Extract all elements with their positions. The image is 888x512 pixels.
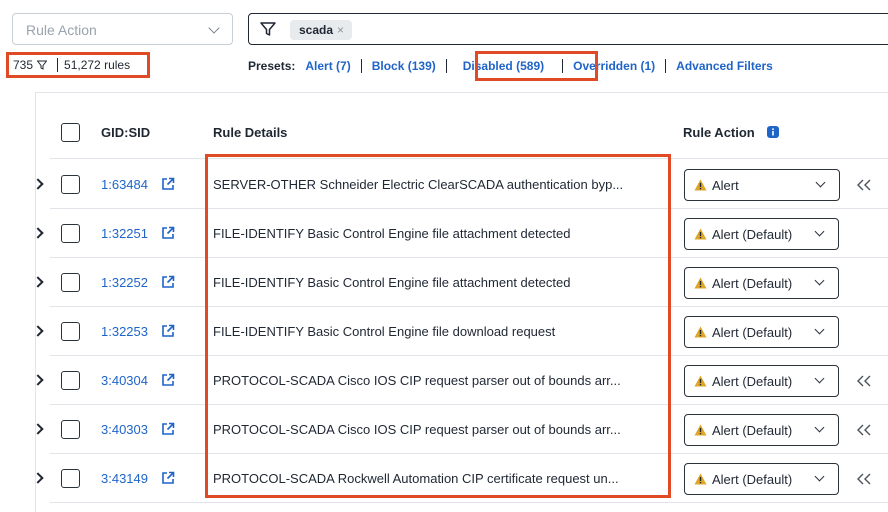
rule-action-dropdown[interactable]: Alert (Default) — [684, 364, 839, 397]
search-chip-label: scada — [299, 23, 334, 37]
row-checkbox[interactable] — [61, 223, 80, 243]
warning-icon — [694, 424, 707, 435]
external-link-icon[interactable] — [161, 422, 175, 436]
divider — [445, 59, 447, 73]
chip-close-icon[interactable]: × — [337, 20, 344, 40]
row-checkbox[interactable] — [61, 419, 80, 439]
rule-action-dropdown[interactable]: Alert (Default) — [684, 413, 839, 446]
rule-action-value: Alert (Default) — [712, 324, 793, 340]
preset-block-link[interactable]: Block (139) — [372, 59, 436, 73]
filter-icon — [260, 22, 276, 36]
external-link-icon[interactable] — [161, 324, 175, 338]
rule-details-highlight — [205, 154, 671, 498]
divider — [360, 59, 362, 73]
warning-icon — [694, 277, 707, 288]
preset-alert-link[interactable]: Alert (7) — [305, 59, 350, 73]
search-chip[interactable]: scada × — [290, 20, 353, 40]
rule-action-dropdown[interactable]: Alert (Default) — [684, 462, 839, 495]
gid-sid-link[interactable]: 1:32252 — [101, 275, 148, 290]
row-checkbox[interactable] — [61, 174, 80, 194]
gid-sid-link[interactable]: 1:32251 — [101, 226, 148, 241]
external-link-icon[interactable] — [161, 373, 175, 387]
rule-action-dropdown[interactable]: Alert (Default) — [684, 217, 839, 250]
rule-action-value: Alert (Default) — [712, 226, 793, 242]
double-chevron-icon[interactable] — [857, 424, 871, 436]
gid-sid-link[interactable]: 3:40304 — [101, 373, 148, 388]
header-rule-action[interactable]: Rule Action — [683, 125, 755, 140]
gid-sid-link[interactable]: 3:40303 — [101, 422, 148, 437]
warning-icon — [694, 326, 707, 337]
select-all-checkbox[interactable] — [61, 123, 80, 142]
search-filter-input[interactable]: scada × — [248, 13, 888, 45]
rule-action-value: Alert — [712, 177, 739, 193]
warning-icon — [694, 473, 707, 484]
presets-label: Presets: — [248, 59, 296, 73]
warning-icon — [694, 179, 707, 190]
external-link-icon[interactable] — [161, 471, 175, 485]
funnel-icon — [37, 60, 48, 70]
double-chevron-icon[interactable] — [857, 375, 871, 387]
divider — [665, 59, 667, 73]
external-link-icon[interactable] — [161, 177, 175, 191]
header-gid-sid[interactable]: GID:SID — [101, 125, 150, 140]
chevron-down-icon — [814, 422, 825, 432]
double-chevron-icon[interactable] — [857, 473, 871, 485]
chevron-down-icon — [814, 471, 825, 481]
row-checkbox[interactable] — [61, 468, 80, 488]
header-rule-details[interactable]: Rule Details — [213, 125, 287, 140]
external-link-icon[interactable] — [161, 275, 175, 289]
rule-action-value: Alert (Default) — [712, 471, 793, 487]
chevron-down-icon — [814, 373, 825, 383]
chevron-down-icon — [815, 177, 826, 187]
divider — [57, 58, 59, 72]
rule-action-dropdown[interactable]: Alert — [684, 168, 840, 201]
double-chevron-icon[interactable] — [857, 179, 871, 191]
row-divider — [50, 502, 888, 503]
chevron-down-icon — [814, 275, 825, 285]
total-rules: 51,272 rules — [64, 58, 131, 72]
rule-action-dropdown[interactable]: Alert (Default) — [684, 315, 839, 348]
filtered-count: 735 — [13, 58, 34, 72]
chevron-down-icon — [814, 324, 825, 334]
gid-sid-link[interactable]: 1:32253 — [101, 324, 148, 339]
warning-icon — [694, 228, 707, 239]
advanced-filters-link[interactable]: Advanced Filters — [676, 59, 773, 73]
external-link-icon[interactable] — [161, 226, 175, 240]
rule-action-value: Alert (Default) — [712, 275, 793, 291]
warning-icon — [694, 375, 707, 386]
rule-action-value: Alert (Default) — [712, 422, 793, 438]
rule-action-dropdown[interactable]: Alert (Default) — [684, 266, 839, 299]
rule-count-summary: 735 51,272 rules — [6, 52, 150, 78]
rule-action-value: Alert (Default) — [712, 373, 793, 389]
info-icon[interactable] — [767, 126, 779, 138]
gid-sid-link[interactable]: 1:63484 — [101, 177, 148, 192]
row-checkbox[interactable] — [61, 370, 80, 390]
rule-action-select[interactable]: Rule Action — [12, 13, 233, 45]
disabled-highlight — [475, 51, 598, 81]
chevron-down-icon — [814, 226, 825, 236]
row-checkbox[interactable] — [61, 272, 80, 292]
rule-action-placeholder: Rule Action — [26, 22, 97, 38]
gid-sid-link[interactable]: 3:43149 — [101, 471, 148, 486]
chevron-down-icon — [208, 22, 220, 34]
row-checkbox[interactable] — [61, 321, 80, 341]
